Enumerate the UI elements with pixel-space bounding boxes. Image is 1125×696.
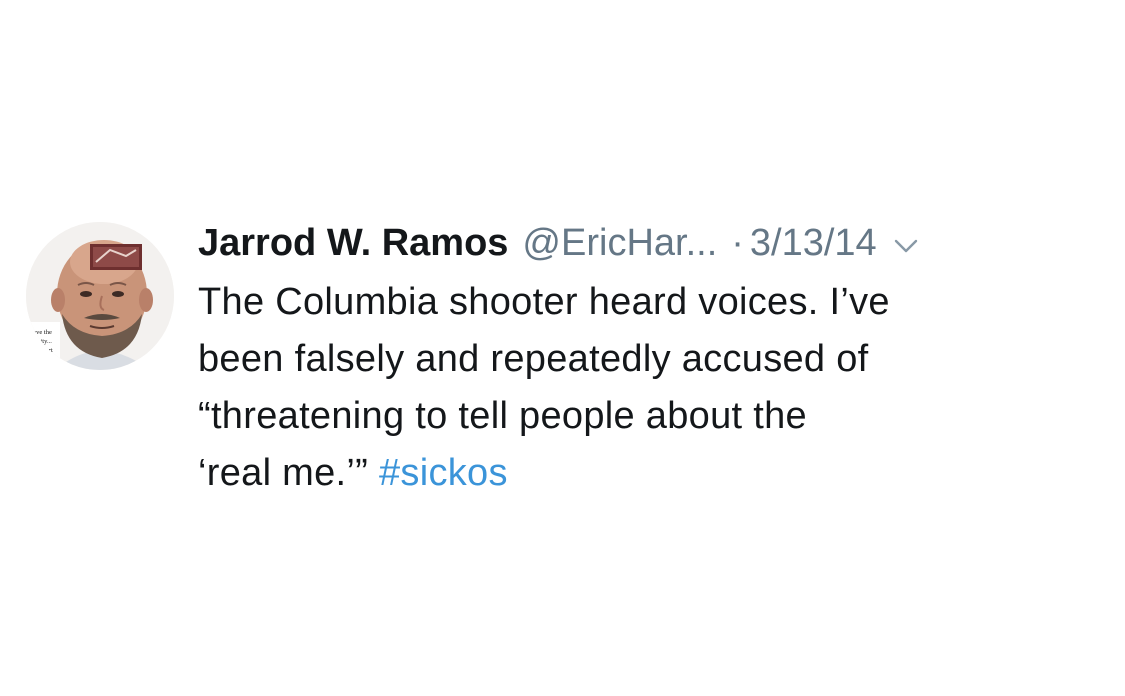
avatar[interactable]: have the unity... Court	[26, 222, 174, 370]
separator-dot: ·	[731, 222, 744, 264]
tweet-text-line: The Columbia shooter heard voices. I’ve	[198, 281, 890, 323]
display-name[interactable]: Jarrod W. Ramos	[198, 218, 508, 268]
tweet-header: Jarrod W. Ramos @EricHar... · 3/13/14	[198, 218, 1078, 268]
avatar-caption-line-2: unity...	[34, 338, 52, 345]
avatar-caption-line-1: have the	[30, 329, 52, 336]
hashtag-link[interactable]: #sickos	[379, 452, 508, 494]
tweet-card: have the unity... Court Jarrod W. Ramos …	[0, 0, 1125, 696]
avatar-image: have the unity... Court	[26, 222, 174, 370]
user-handle[interactable]: @EricHar...	[522, 218, 717, 268]
tweet-text: The Columbia shooter heard voices. I’ve …	[198, 274, 1078, 502]
tweet-text-fragment: ‘real me.’”	[198, 452, 369, 494]
tweet-date[interactable]: 3/13/14	[750, 218, 877, 268]
avatar-caption-line-3: Court	[38, 347, 53, 354]
tweet-text-line-last: ‘real me.’” #sickos	[198, 445, 1078, 502]
tweet-text-line: “threatening to tell people about the	[198, 395, 807, 437]
chevron-down-icon[interactable]	[893, 218, 919, 253]
tweet-text-line: been falsely and repeatedly accused of	[198, 338, 869, 380]
tweet-body: Jarrod W. Ramos @EricHar... · 3/13/14 Th…	[198, 218, 1078, 502]
